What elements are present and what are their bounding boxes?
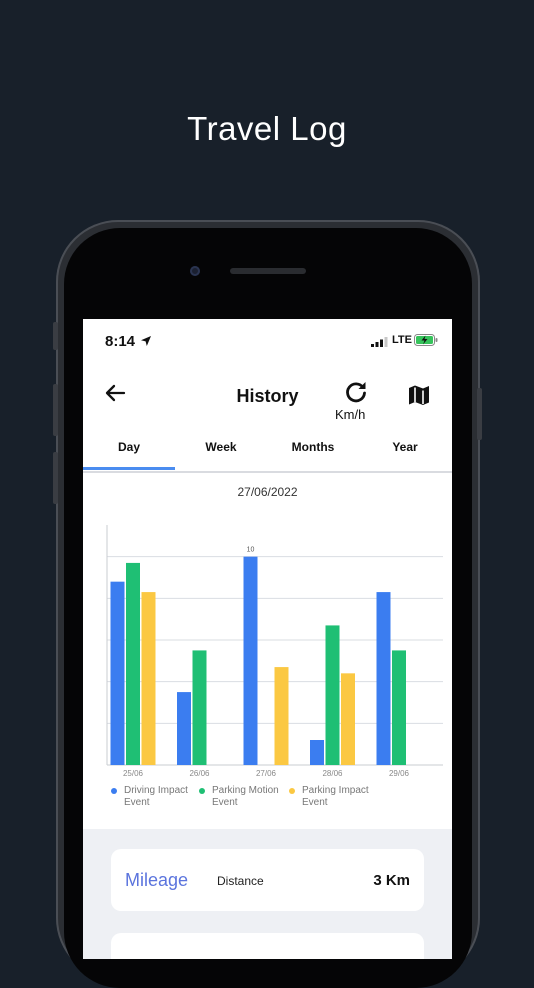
bar-parking-impact-event-27-06	[274, 667, 289, 765]
x-tick-label: 29/06	[389, 769, 410, 778]
location-arrow-icon	[141, 336, 151, 346]
page-title: History	[236, 386, 299, 406]
map-icon[interactable]	[407, 383, 431, 407]
x-tick-label: 27/06	[256, 769, 277, 778]
tab-day[interactable]: Day	[83, 440, 175, 454]
speed-unit-label[interactable]: Km/h	[335, 407, 365, 422]
status-time: 8:14	[105, 333, 136, 350]
bar-driving-impact-event-26-06	[177, 692, 191, 765]
legend-label: Driving Impact Event	[124, 785, 188, 808]
active-tab-indicator	[83, 467, 175, 470]
legend-swatch	[111, 788, 117, 794]
bar-parking-motion-event-25-06	[126, 562, 140, 765]
signal-icon	[371, 337, 388, 347]
x-tick-label: 26/06	[189, 769, 210, 778]
tab-months[interactable]: Months	[267, 440, 359, 454]
headline: Travel Log	[187, 110, 347, 147]
power-button	[477, 388, 482, 440]
mileage-card[interactable]: Mileage Distance 3 Km	[111, 849, 424, 911]
status-bar: 8:14 LTE	[83, 319, 452, 363]
speaker-grille	[230, 268, 306, 274]
bar-data-label: 10	[247, 547, 255, 554]
volume-up-button	[53, 384, 58, 436]
network-label: LTE	[392, 334, 412, 346]
x-tick-label: 25/06	[123, 769, 144, 778]
camera-icon	[190, 266, 200, 276]
period-tabs: Day Week Months Year	[83, 437, 452, 473]
events-bar-chart: 25/06 26/06 27/06 28/06 29/06 10	[106, 525, 443, 778]
refresh-icon[interactable]	[343, 379, 369, 405]
volume-down-button	[53, 452, 58, 504]
bar-driving-impact-event-25-06	[110, 581, 125, 765]
bar-parking-motion-event-26-06	[192, 650, 207, 765]
legend-label: Parking Motion Event	[212, 785, 279, 808]
mileage-title: Mileage	[125, 870, 189, 890]
nav-bar: History Km/h	[83, 369, 452, 429]
battery-charging-icon	[414, 334, 438, 346]
summary-panel: Mileage Distance 3 Km	[83, 829, 452, 959]
bar-driving-impact-event-28-06	[310, 740, 324, 765]
bar-driving-impact-event-27-06	[243, 556, 258, 765]
bar-parking-impact-event-28-06	[341, 673, 355, 765]
distance-label: Distance	[217, 874, 264, 888]
tab-week[interactable]: Week	[175, 440, 267, 454]
chart-legend: Driving Impact Event Parking Motion Event…	[111, 785, 451, 815]
tab-year[interactable]: Year	[359, 440, 451, 454]
distance-value: 3 Km	[373, 872, 410, 889]
bar-parking-motion-event-29-06	[392, 650, 406, 765]
legend-label: Parking Impact Event	[302, 785, 369, 808]
legend-swatch	[289, 788, 295, 794]
bar-parking-motion-event-28-06	[325, 625, 340, 765]
bar-parking-impact-event-25-06	[141, 592, 156, 765]
bar-driving-impact-event-29-06	[376, 592, 391, 765]
secondary-card[interactable]	[111, 933, 424, 959]
silent-switch	[53, 322, 58, 350]
selected-date: 27/06/2022	[237, 485, 298, 499]
app-screen: 8:14 LTE History Km/h Day Week Months Ye…	[83, 319, 452, 959]
legend-swatch	[199, 788, 205, 794]
x-tick-label: 28/06	[322, 769, 343, 778]
